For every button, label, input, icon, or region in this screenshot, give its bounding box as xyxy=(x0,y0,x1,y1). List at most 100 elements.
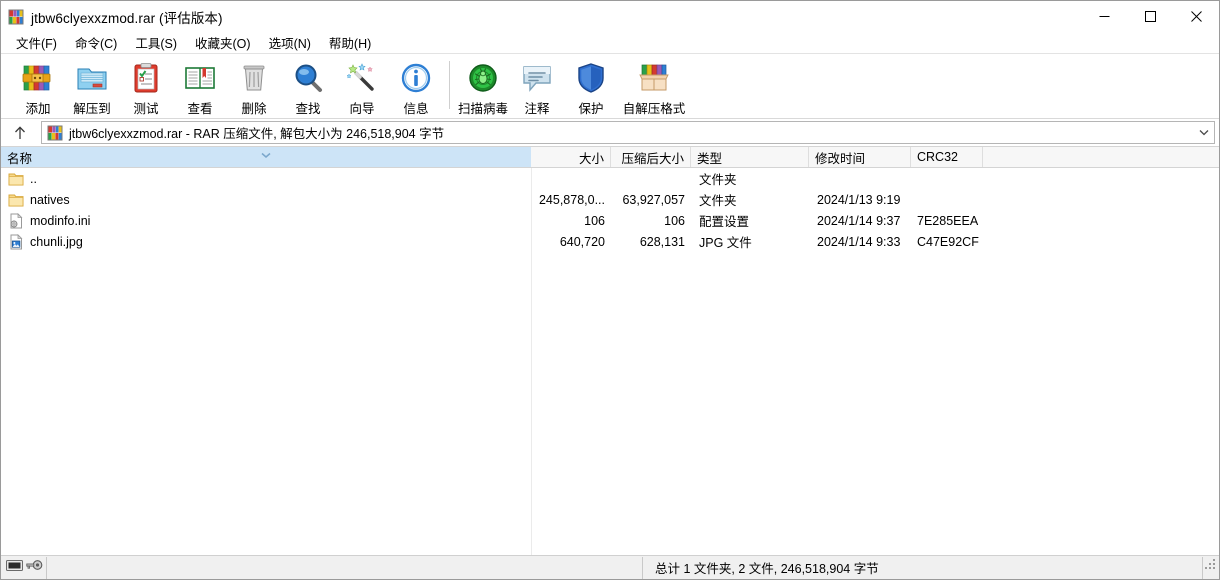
comment-icon xyxy=(520,61,554,95)
row-size-cell: 640,720 xyxy=(559,234,605,249)
close-button[interactable] xyxy=(1173,1,1219,32)
toolbar-info-label: 信息 xyxy=(403,102,429,116)
maximize-button[interactable] xyxy=(1127,1,1173,32)
column-size-label: 大小 xyxy=(578,151,604,166)
row-mtime-cell: 2024/1/14 9:37 xyxy=(817,213,901,228)
toolbar-test[interactable]: 测试 xyxy=(119,57,173,117)
key-icon[interactable] xyxy=(26,559,43,577)
resize-grip[interactable] xyxy=(1203,557,1219,579)
drive-icon[interactable] xyxy=(6,559,23,577)
file-rows: .. 文件夹 natives 245,878,0... 63,927,057 文… xyxy=(1,168,1219,555)
toolbar-comment-label: 注释 xyxy=(524,102,550,116)
status-summary: 总计 1 文件夹, 2 文件, 246,518,904 字节 xyxy=(643,556,1203,579)
row-mtime-cell: 2024/1/13 9:19 xyxy=(817,192,901,207)
row-size-cell: 106 xyxy=(584,213,605,228)
row-packed-cell: 628,131 xyxy=(639,234,685,249)
winrar-window: jtbw6clyexxzmod.rar (评估版本) 文件(F) 命令(C) 工… xyxy=(0,0,1220,580)
row-packed-cell: 63,927,057 xyxy=(622,192,685,207)
extract-to-icon xyxy=(75,61,109,95)
menu-options[interactable]: 选项(N) xyxy=(260,31,320,54)
sfx-box-icon xyxy=(637,61,671,95)
toolbar-test-label: 测试 xyxy=(133,102,159,116)
row-packed-cell: 106 xyxy=(664,213,685,228)
winrar-books-icon xyxy=(8,9,24,25)
toolbar-find[interactable]: 查找 xyxy=(281,57,335,117)
menu-commands[interactable]: 命令(C) xyxy=(66,31,126,54)
up-one-level-button[interactable] xyxy=(5,121,35,145)
toolbar-protect-label: 保护 xyxy=(578,102,604,116)
toolbar-comment[interactable]: 注释 xyxy=(510,57,564,117)
ini-file-icon xyxy=(8,212,24,229)
menu-tools[interactable]: 工具(S) xyxy=(126,31,186,54)
toolbar-view[interactable]: 查看 xyxy=(173,57,227,117)
column-packed[interactable]: 压缩后大小 xyxy=(611,147,691,167)
toolbar-delete[interactable]: 删除 xyxy=(227,57,281,117)
toolbar-sfx-label: 自解压格式 xyxy=(622,102,686,116)
column-name-label: 名称 xyxy=(7,151,33,166)
menu-file[interactable]: 文件(F) xyxy=(7,31,66,54)
file-list[interactable]: .. 文件夹 natives 245,878,0... 63,927,057 文… xyxy=(1,168,1219,555)
table-row[interactable]: modinfo.ini 106 106 配置设置 2024/1/14 9:37 … xyxy=(1,210,1219,231)
window-title: jtbw6clyexxzmod.rar (评估版本) xyxy=(31,10,223,26)
chevron-down-icon[interactable] xyxy=(1194,122,1214,143)
virus-scan-icon xyxy=(466,61,500,95)
row-crc-cell: C47E92CF xyxy=(917,234,979,249)
window-controls xyxy=(1081,1,1219,32)
menu-favorites[interactable]: 收藏夹(O) xyxy=(186,31,260,54)
toolbar-extract-to[interactable]: 解压到 xyxy=(65,57,119,117)
shield-icon xyxy=(574,61,608,95)
file-list-header: 名称 大小 压缩后大小 类型 修改时间 CRC32 xyxy=(1,146,1219,168)
toolbar-virus-scan[interactable]: 扫描病毒 xyxy=(456,57,510,117)
minimize-button[interactable] xyxy=(1081,1,1127,32)
row-name-cell: natives xyxy=(1,192,531,208)
info-circle-icon xyxy=(399,61,433,95)
table-row[interactable]: natives 245,878,0... 63,927,057 文件夹 2024… xyxy=(1,189,1219,210)
sort-descending-icon xyxy=(260,148,271,162)
wizard-wand-icon xyxy=(345,61,379,95)
view-book-icon xyxy=(183,61,217,95)
toolbar-wizard[interactable]: 向导 xyxy=(335,57,389,117)
row-name-text: .. xyxy=(30,171,37,186)
winrar-books-icon xyxy=(47,125,63,141)
row-type-cell: JPG 文件 xyxy=(699,236,752,250)
column-mtime-label: 修改时间 xyxy=(815,151,866,166)
toolbar-add[interactable]: 添加 xyxy=(11,57,65,117)
archive-path-text: jtbw6clyexxzmod.rar - RAR 压缩文件, 解包大小为 24… xyxy=(69,127,445,141)
folder-icon xyxy=(8,192,24,208)
folder-icon xyxy=(8,171,24,187)
column-crc32[interactable]: CRC32 xyxy=(911,147,983,167)
toolbar-delete-label: 删除 xyxy=(241,102,267,116)
status-bar: 总计 1 文件夹, 2 文件, 246,518,904 字节 xyxy=(1,555,1219,579)
toolbar-wizard-label: 向导 xyxy=(349,102,375,116)
row-name-text: chunli.jpg xyxy=(30,234,83,249)
row-size-cell: 245,878,0... xyxy=(538,192,605,207)
status-icons xyxy=(1,556,47,579)
add-archive-icon xyxy=(21,61,55,95)
column-type[interactable]: 类型 xyxy=(691,147,809,167)
column-filler xyxy=(983,147,1219,167)
toolbar-info[interactable]: 信息 xyxy=(389,57,443,117)
archive-path-field[interactable]: jtbw6clyexxzmod.rar - RAR 压缩文件, 解包大小为 24… xyxy=(41,121,1215,144)
status-spacer xyxy=(47,556,643,579)
column-packed-label: 压缩后大小 xyxy=(621,151,684,166)
address-bar: jtbw6clyexxzmod.rar - RAR 压缩文件, 解包大小为 24… xyxy=(1,119,1219,146)
column-mtime[interactable]: 修改时间 xyxy=(809,147,911,167)
toolbar-virus-scan-label: 扫描病毒 xyxy=(457,102,508,116)
column-name[interactable]: 名称 xyxy=(1,147,531,167)
row-name-cell: modinfo.ini xyxy=(1,212,531,229)
toolbar-protect[interactable]: 保护 xyxy=(564,57,618,117)
toolbar-extract-to-label: 解压到 xyxy=(73,102,111,116)
table-row[interactable]: chunli.jpg 640,720 628,131 JPG 文件 2024/1… xyxy=(1,231,1219,252)
row-type-cell: 配置设置 xyxy=(699,215,750,229)
row-type-cell: 文件夹 xyxy=(699,194,737,208)
row-name-text: natives xyxy=(30,192,70,207)
toolbar-find-label: 查找 xyxy=(295,102,321,116)
menu-bar: 文件(F) 命令(C) 工具(S) 收藏夹(O) 选项(N) 帮助(H) xyxy=(1,32,1219,54)
menu-help[interactable]: 帮助(H) xyxy=(320,31,380,54)
column-type-label: 类型 xyxy=(697,151,723,166)
table-row[interactable]: .. 文件夹 xyxy=(1,168,1219,189)
toolbar-view-label: 查看 xyxy=(187,102,213,116)
column-size[interactable]: 大小 xyxy=(531,147,611,167)
toolbar-sfx[interactable]: 自解压格式 xyxy=(618,57,690,117)
title-bar: jtbw6clyexxzmod.rar (评估版本) xyxy=(1,1,1219,32)
